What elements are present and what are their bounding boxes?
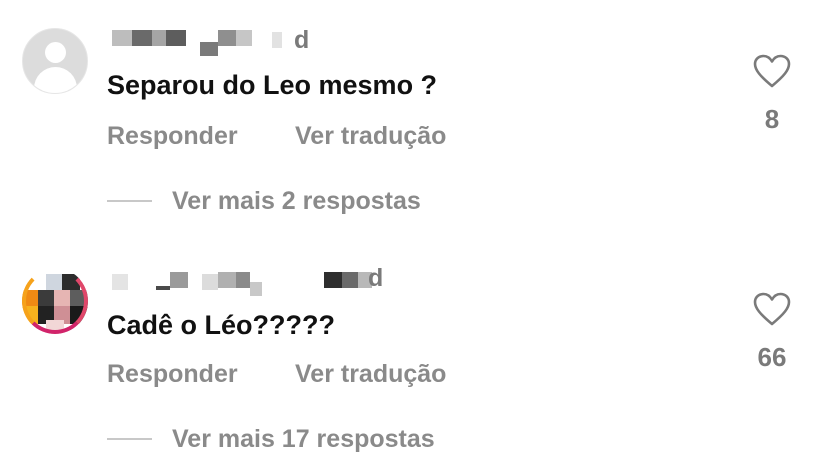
- like-count: 66: [757, 342, 787, 372]
- avatar-head-shape: [45, 42, 66, 63]
- censor-block: [236, 30, 252, 46]
- view-replies-button[interactable]: Ver mais 2 respostas: [107, 186, 421, 216]
- comment-item: d Cadê o Léo????? Responder Ver tradução…: [0, 238, 828, 476]
- censor-block: [272, 32, 282, 48]
- comment-time: d: [294, 26, 310, 54]
- view-replies-button[interactable]: Ver mais 17 respostas: [107, 424, 435, 454]
- replies-divider-line: [107, 438, 152, 440]
- view-replies-label: Ver mais 2 respostas: [172, 186, 421, 215]
- like-button[interactable]: [752, 291, 792, 327]
- comment-item: d Separou do Leo mesmo ? Responder Ver t…: [0, 0, 828, 238]
- censor-block: [324, 272, 342, 288]
- heart-outline-icon: [753, 54, 791, 88]
- censor-block: [218, 30, 236, 46]
- censor-block: [112, 30, 132, 46]
- censor-block: [156, 286, 170, 290]
- censor-block: [132, 30, 152, 46]
- default-avatar-icon[interactable]: [22, 28, 88, 94]
- censor-block: [112, 274, 128, 290]
- story-ring: [22, 268, 88, 334]
- censor-block: [342, 272, 358, 288]
- username-censored[interactable]: [112, 30, 292, 60]
- comment-time: d: [368, 264, 384, 292]
- censor-block: [236, 272, 250, 288]
- censor-block: [250, 282, 262, 296]
- replies-divider-line: [107, 200, 152, 202]
- translate-button[interactable]: Ver tradução: [295, 360, 446, 389]
- censor-block: [166, 30, 186, 46]
- censor-block: [218, 272, 236, 288]
- censor-block: [170, 272, 188, 288]
- view-replies-label: Ver mais 17 respostas: [172, 424, 435, 453]
- censor-block: [152, 30, 166, 46]
- heart-outline-icon: [753, 292, 791, 326]
- comment-text: Cadê o Léo?????: [107, 310, 335, 340]
- comment-text: Separou do Leo mesmo ?: [107, 70, 438, 100]
- censor-block: [200, 42, 218, 56]
- username-censored[interactable]: [112, 272, 382, 298]
- reply-button[interactable]: Responder: [107, 122, 238, 151]
- reply-button[interactable]: Responder: [107, 360, 238, 389]
- like-count: 8: [764, 104, 780, 134]
- user-avatar[interactable]: [22, 268, 88, 334]
- censor-block: [202, 274, 218, 290]
- avatar-shoulders-shape: [34, 67, 77, 93]
- like-button[interactable]: [752, 53, 792, 89]
- translate-button[interactable]: Ver tradução: [295, 122, 446, 151]
